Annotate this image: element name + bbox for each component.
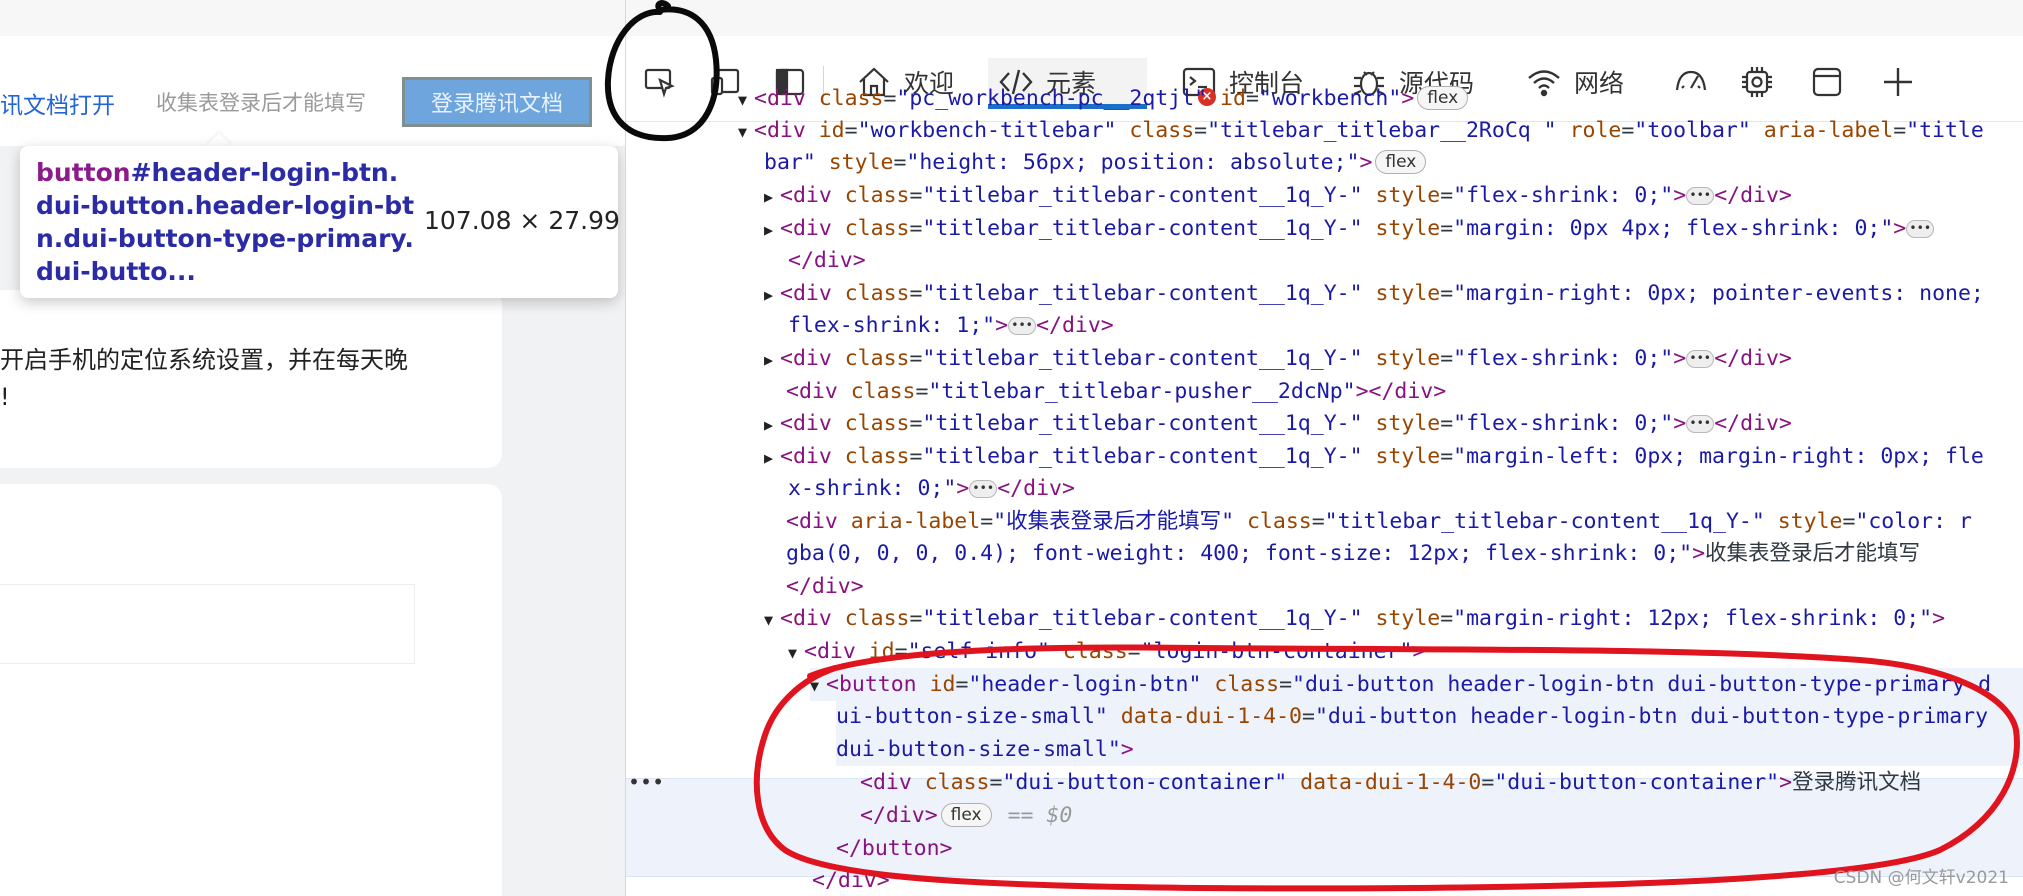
- dom-line[interactable]: </button>: [836, 832, 2023, 865]
- collapse-triangle[interactable]: ▶: [764, 181, 780, 214]
- expand-triangle[interactable]: ▼: [764, 604, 780, 637]
- expand-triangle[interactable]: ▼: [810, 670, 826, 703]
- dom-line[interactable]: <div aria-label="收集表登录后才能填写" class="titl…: [786, 505, 2023, 538]
- dom-line[interactable]: ▶ <div class="titlebar_titlebar-content__…: [764, 179, 2023, 212]
- collapse-triangle[interactable]: ▶: [764, 409, 780, 442]
- dom-line[interactable]: </div> flex == $0: [860, 799, 2023, 832]
- console-ref: == $0: [1007, 803, 1073, 828]
- collapse-triangle[interactable]: ▶: [764, 214, 780, 247]
- answer-card: [0, 484, 502, 896]
- dom-line[interactable]: dui-button-size-small">: [836, 733, 2023, 766]
- dom-line[interactable]: ▶ <div class="titlebar_titlebar-content__…: [764, 440, 2023, 473]
- ellipsis-badge[interactable]: •••: [969, 480, 998, 498]
- dom-line[interactable]: </div>: [786, 570, 2023, 603]
- devtools-panel: 欢迎 元素 控制台 × 源代码 网络 ▼ <div class="pc_work…: [625, 0, 2023, 896]
- dom-line[interactable]: <div class="titlebar_titlebar-pusher__2d…: [786, 375, 2023, 408]
- ellipsis-badge[interactable]: •••: [1008, 317, 1037, 335]
- flex-badge[interactable]: flex: [1375, 150, 1427, 174]
- ellipsis-badge[interactable]: •••: [1686, 187, 1715, 205]
- dom-line[interactable]: gba(0, 0, 0, 0.4); font-weight: 400; fon…: [786, 537, 2023, 570]
- browser-top-strip: [0, 0, 625, 36]
- dom-line-button[interactable]: ▼ <button id="header-login-btn" class="du…: [810, 668, 2023, 701]
- devtools-top-strip: [626, 0, 2023, 36]
- dom-line[interactable]: ▶ <div class="titlebar_titlebar-content__…: [764, 277, 2023, 310]
- dom-line[interactable]: ▶ <div class="titlebar_titlebar-content__…: [764, 407, 2023, 440]
- collapse-triangle[interactable]: ▶: [764, 344, 780, 377]
- collapse-triangle[interactable]: ▶: [764, 279, 780, 312]
- collapse-triangle[interactable]: ▶: [764, 442, 780, 475]
- dom-line[interactable]: ▼ <div id="workbench-titlebar" class="tit…: [738, 114, 2023, 147]
- tooltip-tag: button: [36, 158, 131, 187]
- flex-badge[interactable]: flex: [940, 803, 992, 827]
- dom-line[interactable]: </div>: [788, 244, 2023, 277]
- page-preview: 讯文档打开 收集表登录后才能填写 登录腾讯文档 开启手机的定位系统设置，并在每天…: [0, 0, 625, 896]
- login-hint-text: 收集表登录后才能填写: [156, 91, 366, 115]
- tooltip-selector: button#header-login-btn.dui-button.heade…: [36, 156, 416, 288]
- expand-triangle[interactable]: ▼: [738, 116, 754, 149]
- question-text: 开启手机的定位系统设置，并在每天晚: [0, 346, 408, 374]
- dom-line[interactable]: x-shrink: 0;"> ••• </div>: [788, 472, 2023, 505]
- login-button[interactable]: 登录腾讯文档: [402, 77, 592, 127]
- dom-line[interactable]: flex-shrink: 1;"> ••• </div>: [788, 309, 2023, 342]
- dom-line[interactable]: ▼ <div class="titlebar_titlebar-content__…: [764, 602, 2023, 635]
- gutter-more-icon[interactable]: •••: [628, 766, 664, 799]
- open-in-doc-link[interactable]: 讯文档打开: [0, 86, 115, 120]
- dom-line[interactable]: ▼ <div id="self-info" class="login-btn-co…: [788, 635, 2023, 668]
- question-card: [0, 290, 502, 468]
- dom-line[interactable]: bar" style="height: 56px; position: abso…: [764, 146, 2023, 179]
- ellipsis-badge[interactable]: •••: [1686, 350, 1715, 368]
- expand-triangle[interactable]: ▼: [788, 637, 804, 670]
- dom-line-selected[interactable]: ••• <div class="dui-button-container" dat…: [626, 766, 2023, 799]
- dom-line[interactable]: ▼ <div class="pc_workbench-pc__2qtjl" id=…: [738, 82, 2023, 115]
- expand-triangle[interactable]: ▼: [738, 84, 754, 117]
- element-inspect-tooltip: button#header-login-btn.dui-button.heade…: [20, 146, 620, 298]
- tooltip-dimensions: 107.08 × 27.99: [424, 206, 620, 235]
- dom-line[interactable]: ui-button-size-small" data-dui-1-4-0="du…: [836, 700, 2023, 733]
- ellipsis-badge[interactable]: •••: [1906, 220, 1935, 238]
- ellipsis-badge[interactable]: •••: [1686, 415, 1715, 433]
- dom-line[interactable]: ▶ <div class="titlebar_titlebar-content__…: [764, 212, 2023, 245]
- dom-line[interactable]: ▶ <div class="titlebar_titlebar-content__…: [764, 342, 2023, 375]
- flex-badge[interactable]: flex: [1417, 86, 1469, 110]
- watermark: CSDN @何文轩v2021: [1833, 868, 2009, 888]
- question-text-continued: !: [0, 383, 10, 411]
- dom-tree: ▼ <div class="pc_workbench-pc__2qtjl" id=…: [626, 86, 2023, 896]
- answer-input[interactable]: [0, 584, 415, 664]
